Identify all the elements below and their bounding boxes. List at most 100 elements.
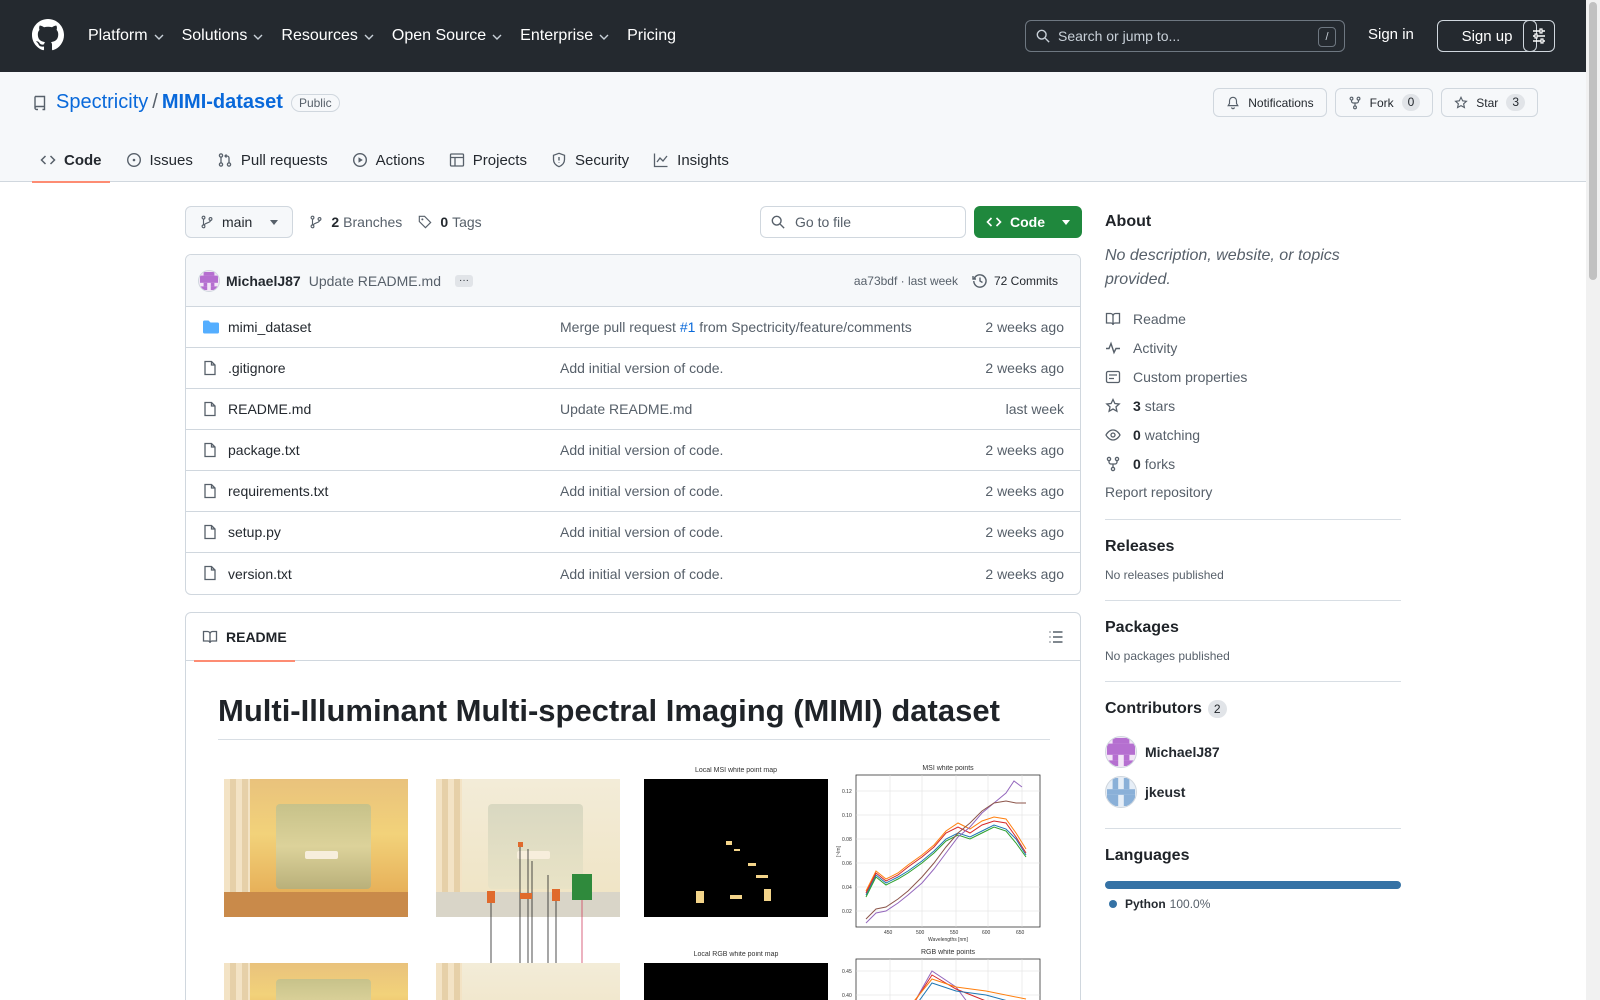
map-patch [696, 891, 704, 903]
file-commit-message[interactable]: Update README.md [560, 401, 692, 417]
file-row[interactable]: version.txt Add initial version of code.… [186, 553, 1080, 594]
file-commit-message[interactable]: Add initial version of code. [560, 360, 723, 376]
x-tick-label: 500 [916, 930, 925, 936]
branches-label: Branches [343, 214, 403, 230]
sidebar-link-stars[interactable]: 3 stars [1105, 391, 1401, 420]
branches-link[interactable]: 2 Branches [309, 214, 402, 230]
nav-solutions[interactable]: Solutions [182, 27, 264, 45]
file-name-link[interactable]: setup.py [228, 524, 281, 540]
readme-tab[interactable]: README [194, 613, 295, 662]
repo-owner-link[interactable]: Spectricity [56, 91, 148, 114]
fork-icon [1106, 456, 1120, 471]
tab-code[interactable]: Code [32, 138, 110, 183]
file-row[interactable]: .gitignore Add initial version of code. … [186, 348, 1080, 389]
msi-spectra-plot: 0.12 0.10 0.08 0.06 0.04 0.02 450 500 55… [836, 774, 1041, 943]
releases-title[interactable]: Releases [1105, 534, 1401, 560]
code-dropdown-button[interactable]: Code [974, 206, 1082, 238]
file-commit-message[interactable]: Add initial version of code. [560, 483, 723, 499]
list-outline-icon[interactable] [1048, 629, 1064, 645]
file-name-link[interactable]: version.txt [228, 566, 292, 582]
file-name-link[interactable]: README.md [228, 401, 311, 417]
star-button[interactable]: Star 3 [1441, 88, 1538, 117]
file-commit-message[interactable]: Add initial version of code. [560, 566, 723, 582]
file-commit-message[interactable]: Add initial version of code. [560, 442, 723, 458]
file-commit-message[interactable]: Add initial version of code. [560, 524, 723, 540]
nav-open-source[interactable]: Open Source [392, 27, 502, 45]
sidebar-link-label: Activity [1133, 339, 1178, 356]
avatar[interactable] [198, 269, 220, 292]
sidebar-link-activity[interactable]: Activity [1105, 333, 1401, 362]
packages-title[interactable]: Packages [1105, 615, 1401, 641]
commit-message-link[interactable]: Update README.md [309, 273, 441, 289]
tab-security[interactable]: Security [543, 138, 637, 182]
language-name: Python [1125, 897, 1166, 911]
nav-enterprise[interactable]: Enterprise [520, 27, 609, 45]
pull-request-link[interactable]: #1 [680, 319, 696, 335]
scrollbar-thumb[interactable] [1589, 2, 1597, 280]
about-links: Readme Activity Custom properties 3 star… [1105, 304, 1401, 507]
tags-link[interactable]: 0 Tags [418, 214, 482, 230]
commits-history-link[interactable]: 72 Commits [972, 273, 1058, 289]
file-row[interactable]: setup.py Add initial version of code. 2 … [186, 512, 1080, 553]
y-tick-label: 0.04 [842, 885, 852, 891]
file-name-link[interactable]: mimi_dataset [228, 319, 311, 335]
nav-resources[interactable]: Resources [281, 27, 374, 45]
tab-projects[interactable]: Projects [441, 138, 535, 182]
search-icon [771, 215, 785, 229]
tab-insights[interactable]: Insights [645, 138, 737, 182]
sign-in-link[interactable]: Sign in [1368, 26, 1414, 43]
file-row[interactable]: package.txt Add initial version of code.… [186, 430, 1080, 471]
github-logo-icon[interactable] [32, 19, 64, 51]
fork-label: Fork [1369, 95, 1394, 110]
file-row[interactable]: mimi_dataset Merge pull request #1 from … [186, 307, 1080, 348]
contributor-item[interactable]: MichaelJ87 [1105, 732, 1401, 772]
commit-hash-time[interactable]: aa73bdf · last week [854, 274, 958, 288]
fork-button[interactable]: Fork 0 [1334, 88, 1434, 117]
notifications-button[interactable]: Notifications [1213, 88, 1327, 117]
tab-pull-requests[interactable]: Pull requests [209, 138, 336, 182]
tab-issues[interactable]: Issues [118, 138, 201, 182]
sidebar-link-readme[interactable]: Readme [1105, 304, 1401, 333]
nav-pricing[interactable]: Pricing [627, 27, 676, 45]
visibility-badge: Public [290, 93, 340, 112]
go-to-file-input[interactable]: Go to file [760, 206, 966, 238]
x-tick-label: 600 [982, 930, 991, 936]
notifications-label: Notifications [1248, 95, 1314, 110]
file-name-link[interactable]: requirements.txt [228, 483, 328, 499]
play-icon [352, 152, 367, 168]
contributor-item[interactable]: jkeust [1105, 772, 1401, 812]
repo-name-link[interactable]: MIMI-dataset [162, 91, 283, 114]
issue-icon [126, 152, 141, 168]
global-search-input[interactable]: Search or jump to... / [1025, 20, 1345, 52]
sign-up-button[interactable]: Sign up [1437, 20, 1537, 52]
commit-expand-button[interactable]: ··· [455, 274, 473, 287]
commit-author-link[interactable]: MichaelJ87 [226, 273, 301, 289]
chart-title: MSI white points [922, 765, 974, 772]
sidebar-link-watching[interactable]: 0 watching [1105, 420, 1401, 449]
forks-count: 0 [1133, 455, 1141, 472]
sidebar-divider [1105, 681, 1401, 682]
about-description: No description, website, or topics provi… [1105, 247, 1340, 288]
report-repository-link[interactable]: Report repository [1105, 478, 1401, 507]
site-menu-button[interactable] [1523, 20, 1555, 52]
sidebar-link-custom-properties[interactable]: Custom properties [1105, 362, 1401, 391]
sidebar-divider [1105, 828, 1401, 829]
language-item[interactable]: Python 100.0% [1105, 897, 1401, 911]
branch-selector[interactable]: main [185, 206, 294, 238]
tab-actions[interactable]: Actions [344, 138, 433, 182]
sidebar-link-forks[interactable]: 0 forks [1105, 449, 1401, 478]
chevron-down-icon [492, 34, 502, 40]
curtain-shape [224, 963, 250, 1000]
curtain-shape [436, 963, 462, 1000]
file-name-link[interactable]: .gitignore [228, 360, 286, 376]
search-icon [1036, 29, 1050, 43]
file-name-link[interactable]: package.txt [228, 442, 300, 458]
file-row[interactable]: README.md Update README.md last week [186, 389, 1080, 430]
file-row[interactable]: requirements.txt Add initial version of … [186, 471, 1080, 512]
nav-platform[interactable]: Platform [88, 27, 164, 45]
page-scrollbar[interactable] [1586, 0, 1600, 1000]
global-header: Platform Solutions Resources Open Source… [0, 0, 1600, 72]
eye-icon [1105, 428, 1121, 441]
contributors-title[interactable]: Contributors [1105, 696, 1202, 722]
chevron-down-icon [364, 34, 374, 40]
